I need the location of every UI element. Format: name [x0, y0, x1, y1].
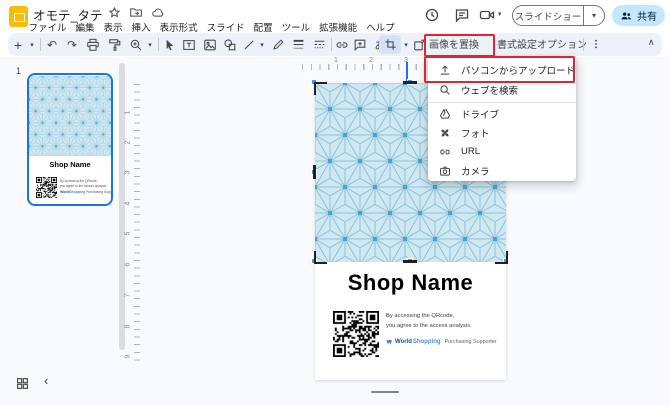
menu-item-upload-from-computer[interactable]: パソコンからアップロード: [428, 60, 576, 79]
cloud-saved-icon[interactable]: [151, 6, 165, 19]
filmstrip-scrollbar[interactable]: [119, 63, 125, 350]
zoom-caret-icon[interactable]: ▾: [145, 36, 155, 53]
crop-edge-handle[interactable]: [403, 260, 417, 263]
crop-corner-handle[interactable]: [314, 82, 327, 95]
toolbar-overflow-icon[interactable]: [590, 35, 602, 52]
menu-item-label: パソコンからアップロード: [461, 63, 575, 77]
crop-edge-handle[interactable]: [313, 165, 316, 179]
menu-item-label: カメラ: [461, 164, 490, 178]
menu-item-drive[interactable]: ドライブ: [428, 104, 576, 123]
menu-item-search-web[interactable]: ウェブを検索: [428, 80, 576, 99]
zoom-icon[interactable]: [128, 36, 144, 53]
ruler-label: 5: [124, 232, 131, 236]
speaker-notes-divider[interactable]: [371, 391, 399, 393]
vertical-ruler: [134, 84, 140, 362]
ruler-label: 1: [334, 57, 338, 64]
insert-image-icon[interactable]: [202, 36, 218, 53]
line-caret-icon[interactable]: ▾: [257, 36, 267, 53]
worldshopping-logo-icon: [386, 338, 394, 346]
ruler-label: 9: [124, 355, 131, 359]
meet-caret-icon[interactable]: ▾: [498, 10, 502, 18]
ruler-label: 2: [369, 57, 373, 64]
share-label: 共有: [637, 8, 657, 23]
qr-text-line1: By accessing the QRcode,: [386, 313, 454, 319]
comments-icon[interactable]: [454, 7, 470, 23]
insert-shape-icon[interactable]: [222, 36, 238, 53]
border-dash-icon[interactable]: [311, 36, 327, 53]
thumbnail-qr-code: [36, 177, 57, 198]
move-folder-icon[interactable]: [129, 6, 143, 19]
thumbnail-shop-name: Shop Name: [29, 160, 111, 169]
version-history-icon[interactable]: [424, 7, 440, 23]
replace-image-button[interactable]: 画像を置換: [429, 36, 479, 51]
new-slide-button[interactable]: +: [11, 36, 25, 53]
crop-corner-handle[interactable]: [314, 251, 327, 264]
crop-caret-icon[interactable]: ▾: [401, 36, 411, 53]
textbox-tool-icon[interactable]: [181, 36, 197, 53]
replace-image-icon[interactable]: [412, 36, 428, 53]
star-icon[interactable]: [108, 6, 121, 19]
worldshopping-brand: WorldShopping Purchasing Supporter: [386, 338, 497, 346]
print-icon[interactable]: [85, 36, 101, 53]
camera-icon: [439, 165, 451, 177]
crop-corner-handle[interactable]: [495, 251, 508, 264]
qr-code-image[interactable]: [333, 311, 379, 357]
link-icon: [439, 146, 451, 158]
thumbnail-qr-text: By accessing the QRcode,: [60, 179, 98, 183]
new-slide-caret-icon[interactable]: ▾: [27, 36, 37, 53]
ruler-label: 8: [124, 325, 131, 329]
menu-item-label: URL: [461, 146, 480, 157]
photos-icon: [439, 127, 451, 139]
collapse-filmstrip-icon[interactable]: ‹: [44, 373, 48, 388]
upload-icon: [439, 64, 451, 76]
menu-item-photos[interactable]: フォト: [428, 123, 576, 142]
crop-tool-icon[interactable]: [382, 36, 398, 53]
ruler-label: 6: [124, 263, 131, 267]
collapse-toolbar-icon[interactable]: ∧: [648, 37, 655, 48]
people-icon: [620, 10, 633, 22]
slideshow-button[interactable]: スライドショー ▾: [512, 5, 605, 26]
ruler-label: 2: [124, 141, 131, 145]
crop-edge-handle[interactable]: [403, 81, 417, 84]
menu-item-label: ウェブを検索: [461, 83, 518, 97]
redo-button[interactable]: ↷: [64, 36, 80, 53]
slide-number: 1: [16, 66, 21, 76]
undo-button[interactable]: ↶: [44, 36, 60, 53]
slideshow-caret-icon[interactable]: ▾: [584, 11, 604, 20]
menu-item-url[interactable]: URL: [428, 142, 576, 161]
insert-line-icon[interactable]: [242, 36, 256, 53]
google-slides-window: オモテ_タテ ファイル 編集 表示 挿入 表示形式 スライド 配置 ツール 拡張…: [0, 0, 670, 405]
slide-thumbnail[interactable]: Shop Name By accessing the QRcode, you a…: [27, 73, 113, 206]
menu-divider: [428, 102, 576, 103]
menu-item-label: ドライブ: [461, 107, 499, 121]
share-button[interactable]: 共有: [612, 5, 665, 26]
ruler-label: 3: [124, 171, 131, 175]
slideshow-label: スライドショー: [513, 9, 583, 23]
pen-tool-icon[interactable]: [270, 36, 286, 53]
replace-image-dropdown: パソコンからアップロード ウェブを検索 ドライブ フォト URL カメラ: [428, 57, 576, 181]
menu-item-camera[interactable]: カメラ: [428, 161, 576, 180]
format-options-button[interactable]: 書式設定オプション: [497, 36, 587, 51]
menu-item-label: フォト: [461, 126, 490, 140]
paint-format-icon[interactable]: [107, 36, 123, 53]
ruler-label: 1: [124, 111, 131, 115]
search-icon: [439, 84, 451, 96]
thumbnail-brand: WorldShopping Purchasing Supporter: [60, 190, 113, 194]
qr-text-line2: you agree to the access analysis.: [386, 323, 472, 329]
meet-icon[interactable]: [479, 7, 496, 23]
thumbnail-qr-text: you agree to the access analysis.: [60, 184, 107, 188]
select-tool-icon[interactable]: [161, 36, 177, 53]
ruler-label: 7: [124, 294, 131, 298]
thumbnail-pattern: [29, 76, 111, 156]
insert-link-icon[interactable]: [334, 36, 350, 53]
shop-name-text[interactable]: Shop Name: [315, 270, 506, 296]
add-comment-icon[interactable]: [352, 36, 368, 53]
drive-icon: [439, 108, 451, 120]
ruler-label: 4: [124, 202, 131, 206]
border-weight-icon[interactable]: [290, 36, 306, 53]
grid-view-icon[interactable]: [16, 377, 29, 390]
horizontal-ruler: [302, 64, 429, 70]
